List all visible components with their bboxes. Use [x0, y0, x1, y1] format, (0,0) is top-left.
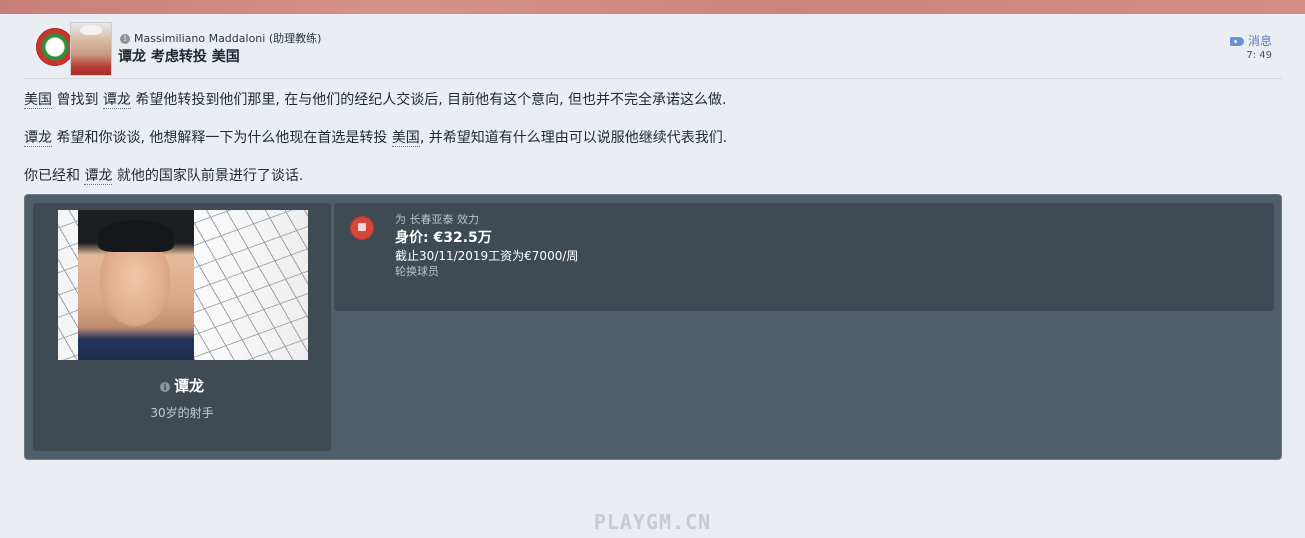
message-tag-label: 消息: [1247, 34, 1272, 48]
paragraph-text: 希望和你谈谈, 他想解释一下为什么他现在首选是转投: [52, 130, 392, 146]
message-tag[interactable]: 消息: [1229, 32, 1272, 49]
paragraph-text: 曾找到: [52, 92, 103, 108]
player-link[interactable]: 谭龙: [102, 92, 131, 109]
message-paragraph-3: 你已经和 谭龙 就他的国家队前景进行了谈话.: [24, 165, 303, 185]
paragraph-text: , 并希望知道有什么理由可以说服他继续代表我们.: [419, 130, 728, 146]
player-name[interactable]: 谭龙: [174, 377, 204, 395]
player-portrait: [78, 210, 194, 360]
squad-role: 轮换球员: [395, 265, 439, 278]
watermark: PLAYGM.CN: [593, 510, 712, 534]
player-profile-panel: i 谭龙 30岁的射手: [33, 203, 331, 451]
sender-line: i Massimiliano Maddaloni (助理教练): [120, 30, 321, 46]
message-paragraph-1: 美国 曾找到 谭龙 希望他转投到他们那里, 在与他们的经纪人交谈后, 目前他有这…: [24, 89, 727, 109]
player-value: 身价: €32.5万: [395, 230, 492, 246]
tag-icon: [1229, 37, 1244, 46]
plays-for-club: 为 长春亚泰 效力: [395, 213, 479, 226]
club-badge-icon[interactable]: [350, 216, 374, 240]
player-name-row[interactable]: i 谭龙: [33, 375, 331, 396]
paragraph-text: 希望他转投到他们那里, 在与他们的经纪人交谈后, 目前他有这个意向, 但也并不完…: [130, 92, 727, 108]
message-time: 7: 49: [1246, 50, 1272, 61]
player-link[interactable]: 谭龙: [84, 168, 113, 185]
nation-link[interactable]: 美国: [391, 130, 420, 147]
player-photo[interactable]: [58, 210, 308, 360]
sender-avatar[interactable]: [70, 22, 112, 76]
message-header: i Massimiliano Maddaloni (助理教练) 谭龙 考虑转投 美…: [24, 22, 1282, 79]
message-paragraph-2: 谭龙 希望和你谈谈, 他想解释一下为什么他现在首选是转投 美国, 并希望知道有什…: [24, 127, 727, 147]
info-icon[interactable]: i: [159, 381, 170, 392]
player-link[interactable]: 谭龙: [24, 130, 52, 147]
player-details-panel: 为 长春亚泰 效力 身价: €32.5万 截止30/11/2019工资为€700…: [334, 203, 1274, 311]
paragraph-text: 就他的国家队前景进行了谈话.: [112, 168, 304, 184]
player-card: i 谭龙 30岁的射手 为 长春亚泰 效力 身价: €32.5万 截止30/11/…: [24, 194, 1282, 460]
sender-name[interactable]: Massimiliano Maddaloni (助理教练): [134, 32, 321, 45]
paragraph-text: 你已经和: [24, 168, 85, 184]
player-description: 30岁的射手: [150, 406, 214, 420]
national-team-badge-icon: [36, 28, 74, 66]
player-wage: 截止30/11/2019工资为€7000/周: [395, 249, 579, 263]
message-subject: 谭龙 考虑转投 美国: [118, 49, 240, 65]
info-icon[interactable]: i: [120, 34, 130, 44]
nation-link[interactable]: 美国: [24, 92, 52, 109]
top-banner-strip: [0, 0, 1305, 14]
